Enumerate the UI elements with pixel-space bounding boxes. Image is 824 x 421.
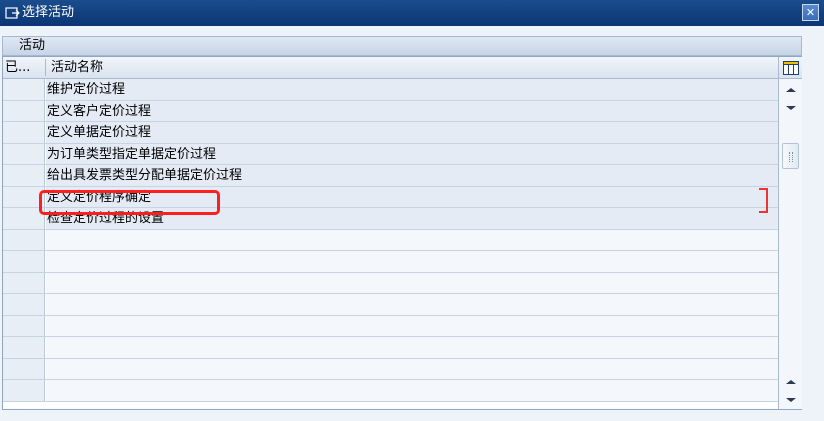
row-status-cell[interactable]: [3, 79, 45, 100]
highlight-annotation: [39, 190, 220, 215]
row-status-cell[interactable]: [3, 272, 45, 293]
row-background: [46, 100, 778, 121]
row-status-cell[interactable]: [3, 358, 45, 379]
empty-table-row[interactable]: [3, 251, 778, 273]
column-header-activity-name[interactable]: 活动名称: [51, 57, 103, 78]
row-status-cell[interactable]: [3, 229, 45, 250]
table-row[interactable]: 给出具发票类型分配单据定价过程: [3, 165, 778, 187]
row-status-cell[interactable]: [3, 143, 45, 164]
row-background: [46, 315, 778, 336]
table-row[interactable]: 为订单类型指定单据定价过程: [3, 143, 778, 165]
empty-table-row[interactable]: [3, 294, 778, 316]
row-background: [46, 79, 778, 100]
empty-table-row[interactable]: [3, 380, 778, 402]
activity-name-cell[interactable]: 定义客户定价过程: [47, 101, 151, 122]
activity-name-cell[interactable]: 给出具发票类型分配单据定价过程: [47, 165, 242, 186]
row-status-cell[interactable]: [3, 100, 45, 121]
row-background: [46, 294, 778, 315]
activity-name-cell[interactable]: 定义单据定价过程: [47, 122, 151, 143]
grip-icon: [789, 152, 793, 162]
vertical-scrollbar[interactable]: [778, 79, 802, 409]
scrollbar-thumb[interactable]: [782, 143, 799, 169]
arrow-up-icon[interactable]: [784, 85, 798, 95]
arrow-up-icon[interactable]: [784, 377, 798, 387]
table-settings-icon: [783, 61, 799, 75]
table-row[interactable]: 定义客户定价过程: [3, 100, 778, 122]
grid-header: 已... 活动名称: [3, 57, 778, 79]
activity-grid: 已... 活动名称 维护定价过程 定义客户定价过程 定义单据定价过程 为订单类型指定单…: [2, 56, 802, 410]
row-status-cell[interactable]: [3, 294, 45, 315]
activity-name-cell[interactable]: 维护定价过程: [47, 79, 125, 100]
empty-table-row[interactable]: [3, 315, 778, 337]
row-status-cell[interactable]: [3, 251, 45, 272]
arrow-down-icon[interactable]: [784, 103, 798, 113]
table-row[interactable]: 定义单据定价过程: [3, 122, 778, 144]
table-row[interactable]: 维护定价过程: [3, 79, 778, 101]
column-separator[interactable]: [45, 59, 46, 76]
bracket-annotation: [759, 188, 768, 213]
row-background: [46, 122, 778, 143]
grid-title: 活动: [2, 36, 802, 56]
row-background: [46, 272, 778, 293]
row-background: [46, 229, 778, 250]
column-header-status[interactable]: 已...: [5, 57, 45, 78]
row-status-cell[interactable]: [3, 337, 45, 358]
dialog-body: 活动 已... 活动名称 维护定价过程 定义客户定价过程 定义单据定价过程 为订单类型…: [0, 26, 824, 421]
close-button[interactable]: ✕: [802, 4, 819, 21]
title-bar: 选择活动 ✕: [0, 0, 824, 26]
row-background: [46, 380, 778, 401]
activity-name-cell[interactable]: 为订单类型指定单据定价过程: [47, 144, 216, 165]
table-settings-button[interactable]: [778, 57, 802, 79]
empty-table-row[interactable]: [3, 358, 778, 380]
window-icon: [5, 7, 20, 19]
empty-table-row[interactable]: [3, 337, 778, 359]
empty-table-row[interactable]: [3, 229, 778, 251]
row-status-cell[interactable]: [3, 165, 45, 186]
row-background: [46, 358, 778, 379]
empty-table-row[interactable]: [3, 272, 778, 294]
arrow-down-icon[interactable]: [784, 395, 798, 405]
row-status-cell[interactable]: [3, 380, 45, 401]
window-title: 选择活动: [22, 5, 75, 20]
row-status-cell[interactable]: [3, 122, 45, 143]
row-background: [46, 251, 778, 272]
row-background: [46, 337, 778, 358]
row-status-cell[interactable]: [3, 315, 45, 336]
